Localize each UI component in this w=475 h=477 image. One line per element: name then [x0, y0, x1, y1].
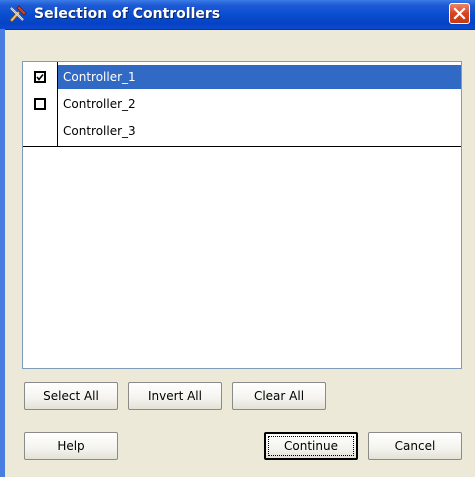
- cancel-label: Cancel: [394, 439, 436, 453]
- checkmark-icon: [36, 74, 44, 81]
- cancel-button[interactable]: Cancel: [368, 432, 462, 460]
- help-button[interactable]: Help: [24, 432, 118, 460]
- controller-1-checkbox[interactable]: [34, 71, 46, 83]
- controller-2-checkbox[interactable]: [34, 98, 46, 110]
- controller-3-label[interactable]: Controller_3: [58, 119, 461, 143]
- invert-all-button[interactable]: Invert All: [128, 382, 222, 410]
- close-button[interactable]: [449, 3, 470, 24]
- invert-all-label: Invert All: [148, 389, 202, 403]
- help-label: Help: [57, 439, 85, 453]
- column-divider: [57, 62, 58, 146]
- list-item[interactable]: Controller_3: [23, 119, 461, 143]
- controller-1-label[interactable]: Controller_1: [58, 65, 461, 89]
- continue-button[interactable]: Continue: [264, 432, 358, 460]
- window-title: Selection of Controllers: [34, 6, 221, 22]
- title-bar[interactable]: Selection of Controllers: [0, 0, 475, 30]
- window-frame-left: [0, 29, 5, 477]
- controller-list[interactable]: Controller_1 Controller_2 Controller_3: [22, 61, 462, 369]
- list-item[interactable]: Controller_1: [23, 65, 461, 89]
- app-tools-icon: [8, 5, 28, 23]
- clear-all-button[interactable]: Clear All: [232, 382, 326, 410]
- list-bottom-divider: [23, 146, 461, 147]
- clear-all-label: Clear All: [253, 389, 305, 403]
- select-all-label: Select All: [43, 389, 99, 403]
- select-all-button[interactable]: Select All: [24, 382, 118, 410]
- focus-ring: [268, 436, 354, 456]
- controller-2-label[interactable]: Controller_2: [58, 92, 461, 116]
- close-icon: [453, 7, 466, 20]
- list-item[interactable]: Controller_2: [23, 92, 461, 116]
